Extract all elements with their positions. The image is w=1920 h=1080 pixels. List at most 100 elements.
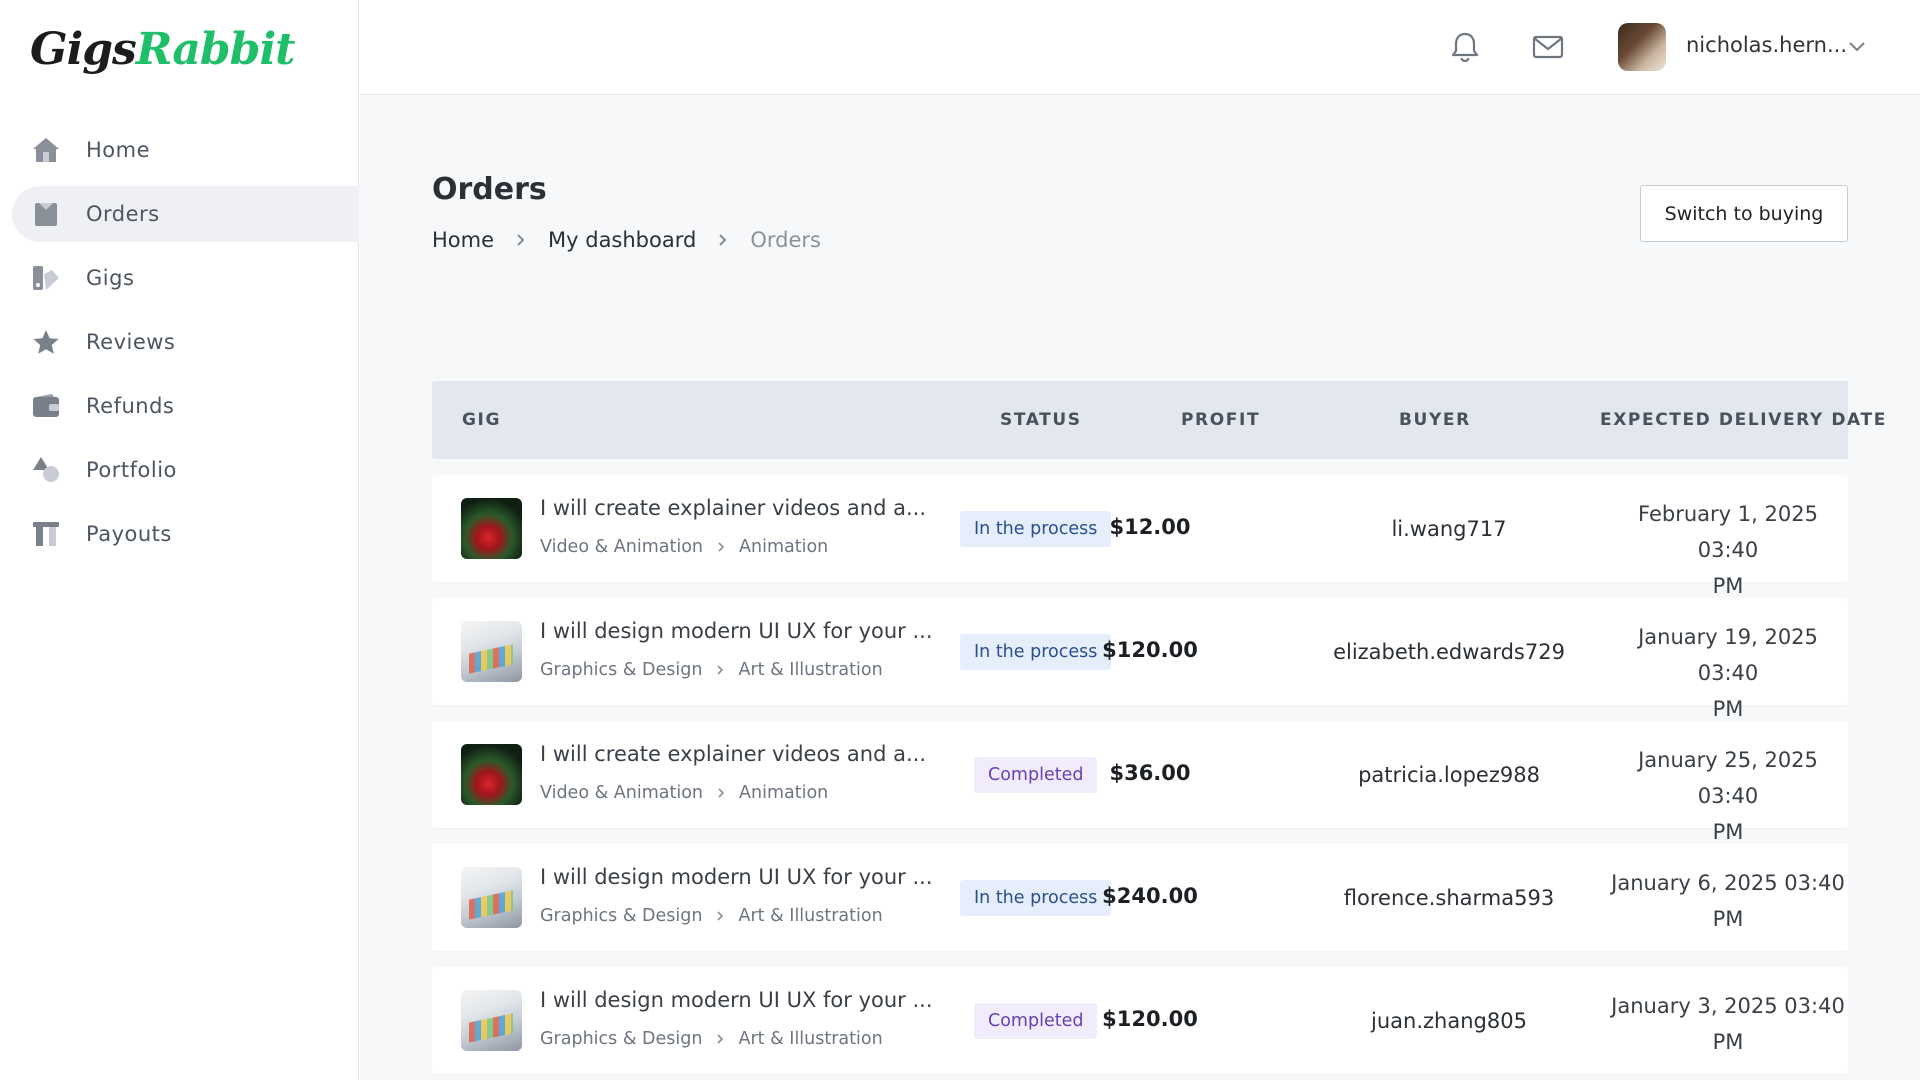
sidebar-item-label: Orders [86, 202, 160, 226]
chevron-right-icon [716, 1033, 724, 1045]
chevron-right-icon [716, 664, 724, 676]
breadcrumb-home[interactable]: Home [432, 228, 494, 252]
sidebar-item-orders[interactable]: Orders [12, 186, 359, 242]
bell-icon[interactable] [1448, 30, 1482, 64]
profit-value: $120.00 [1102, 638, 1198, 662]
delivery-date: January 6, 2025 03:40 PM [1608, 865, 1848, 937]
gig-title[interactable]: I will create explainer videos and a... [540, 496, 926, 520]
logo-text-part2: Rabbit [135, 24, 296, 75]
buyer-name[interactable]: juan.zhang805 [1319, 1009, 1579, 1033]
buyer-name[interactable]: li.wang717 [1319, 517, 1579, 541]
gig-categories: Graphics & Design Art & Illustration [540, 660, 883, 680]
chevron-right-icon [717, 541, 725, 553]
gig-subcategory: Art & Illustration [738, 906, 883, 926]
buyer-name[interactable]: patricia.lopez988 [1319, 763, 1579, 787]
profit-value: $240.00 [1102, 884, 1198, 908]
gig-title[interactable]: I will design modern UI UX for your ... [540, 619, 933, 643]
table-row[interactable]: I will design modern UI UX for your ... … [432, 844, 1848, 951]
status-badge: Completed [974, 757, 1098, 793]
breadcrumb-current: Orders [750, 228, 821, 252]
orders-table-header: GIG STATUS PROFIT BUYER EXPECTED DELIVER… [432, 381, 1885, 459]
table-row[interactable]: I will design modern UI UX for your ... … [432, 598, 1848, 721]
gig-subcategory: Animation [739, 783, 829, 803]
table-row[interactable]: I will design modern UI UX for your ... … [432, 967, 1848, 1074]
delivery-date: January 19, 2025 03:40 PM [1608, 619, 1848, 727]
mail-icon[interactable] [1531, 30, 1565, 64]
chevron-right-icon [716, 910, 724, 922]
profit-value: $12.00 [1109, 515, 1191, 539]
buyer-name[interactable]: florence.sharma593 [1319, 886, 1579, 910]
sidebar-item-label: Reviews [86, 330, 176, 354]
gig-subcategory: Art & Illustration [738, 1029, 883, 1049]
delivery-date-line1: January 19, 2025 03:40 [1638, 625, 1818, 685]
column-header-gig: GIG [462, 410, 502, 430]
gig-categories: Graphics & Design Art & Illustration [540, 906, 883, 926]
sidebar-nav: Home Orders Gigs Reviews Refunds Portfol… [12, 122, 359, 570]
logo-text-part1: Gigs [30, 24, 137, 75]
chevron-right-icon [516, 233, 526, 247]
gig-category: Graphics & Design [540, 1029, 703, 1049]
sidebar-item-reviews[interactable]: Reviews [12, 314, 359, 370]
chevron-down-icon[interactable] [1848, 38, 1866, 57]
breadcrumb-dashboard[interactable]: My dashboard [548, 228, 696, 252]
sidebar-item-label: Home [86, 138, 151, 162]
delivery-date: February 1, 2025 03:40 PM [1608, 496, 1848, 604]
delivery-date-line1: January 25, 2025 03:40 [1638, 748, 1818, 808]
column-header-profit: PROFIT [1181, 410, 1261, 430]
sidebar-item-label: Portfolio [86, 458, 177, 482]
sidebar-item-label: Gigs [86, 266, 135, 290]
profit-value: $36.00 [1109, 761, 1191, 785]
payouts-icon [32, 520, 60, 548]
gig-category: Graphics & Design [540, 660, 703, 680]
gig-thumbnail[interactable] [461, 744, 522, 805]
status-badge: Completed [974, 1003, 1098, 1039]
gig-thumbnail[interactable] [461, 621, 522, 682]
sidebar-item-refunds[interactable]: Refunds [12, 378, 359, 434]
delivery-date-line1: February 1, 2025 03:40 [1638, 502, 1818, 562]
gig-title[interactable]: I will design modern UI UX for your ... [540, 988, 933, 1012]
chevron-right-icon [717, 787, 725, 799]
sidebar-item-home[interactable]: Home [12, 122, 359, 178]
sidebar-item-gigs[interactable]: Gigs [12, 250, 359, 306]
avatar[interactable] [1618, 23, 1666, 71]
switch-to-buying-button[interactable]: Switch to buying [1640, 185, 1848, 242]
column-header-buyer: BUYER [1399, 410, 1471, 430]
buyer-name[interactable]: elizabeth.edwards729 [1319, 640, 1579, 664]
column-header-status: STATUS [1000, 410, 1082, 430]
shapes-icon [32, 456, 60, 484]
top-bar: nicholas.hern... [360, 0, 1920, 95]
gigsrabbit-logo[interactable]: GigsRabbit [30, 24, 296, 75]
sidebar-item-label: Payouts [86, 522, 172, 546]
sidebar: GigsRabbit Home Orders Gigs Reviews Refu… [0, 0, 359, 1080]
gig-category: Video & Animation [540, 783, 704, 803]
gig-category: Video & Animation [540, 537, 704, 557]
page-title: Orders [432, 172, 547, 207]
gig-subcategory: Art & Illustration [738, 660, 883, 680]
gig-categories: Video & Animation Animation [540, 537, 828, 557]
gig-subcategory: Animation [739, 537, 829, 557]
gig-category: Graphics & Design [540, 906, 703, 926]
gig-categories: Video & Animation Animation [540, 783, 828, 803]
sidebar-item-payouts[interactable]: Payouts [12, 506, 359, 562]
gigs-icon [32, 264, 60, 292]
wallet-icon [32, 392, 60, 420]
profit-value: $120.00 [1102, 1007, 1198, 1031]
gig-title[interactable]: I will create explainer videos and a... [540, 742, 926, 766]
gig-thumbnail[interactable] [461, 498, 522, 559]
column-header-delivery-date: EXPECTED DELIVERY DATE [1600, 410, 1887, 430]
sidebar-item-portfolio[interactable]: Portfolio [12, 442, 359, 498]
delivery-date-line1: January 6, 2025 03:40 [1611, 871, 1845, 895]
delivery-date-line2: PM [1712, 1030, 1744, 1054]
orders-icon [32, 200, 60, 228]
table-row[interactable]: I will create explainer videos and a... … [432, 721, 1848, 844]
gig-thumbnail[interactable] [461, 990, 522, 1051]
sidebar-item-label: Refunds [86, 394, 175, 418]
gig-thumbnail[interactable] [461, 867, 522, 928]
gig-categories: Graphics & Design Art & Illustration [540, 1029, 883, 1049]
table-row[interactable]: I will create explainer videos and a... … [432, 475, 1848, 598]
user-menu-name[interactable]: nicholas.hern... [1686, 33, 1847, 57]
chevron-right-icon [718, 233, 728, 247]
gig-title[interactable]: I will design modern UI UX for your ... [540, 865, 933, 889]
delivery-date-line2: PM [1712, 907, 1744, 931]
delivery-date: January 25, 2025 03:40 PM [1608, 742, 1848, 850]
